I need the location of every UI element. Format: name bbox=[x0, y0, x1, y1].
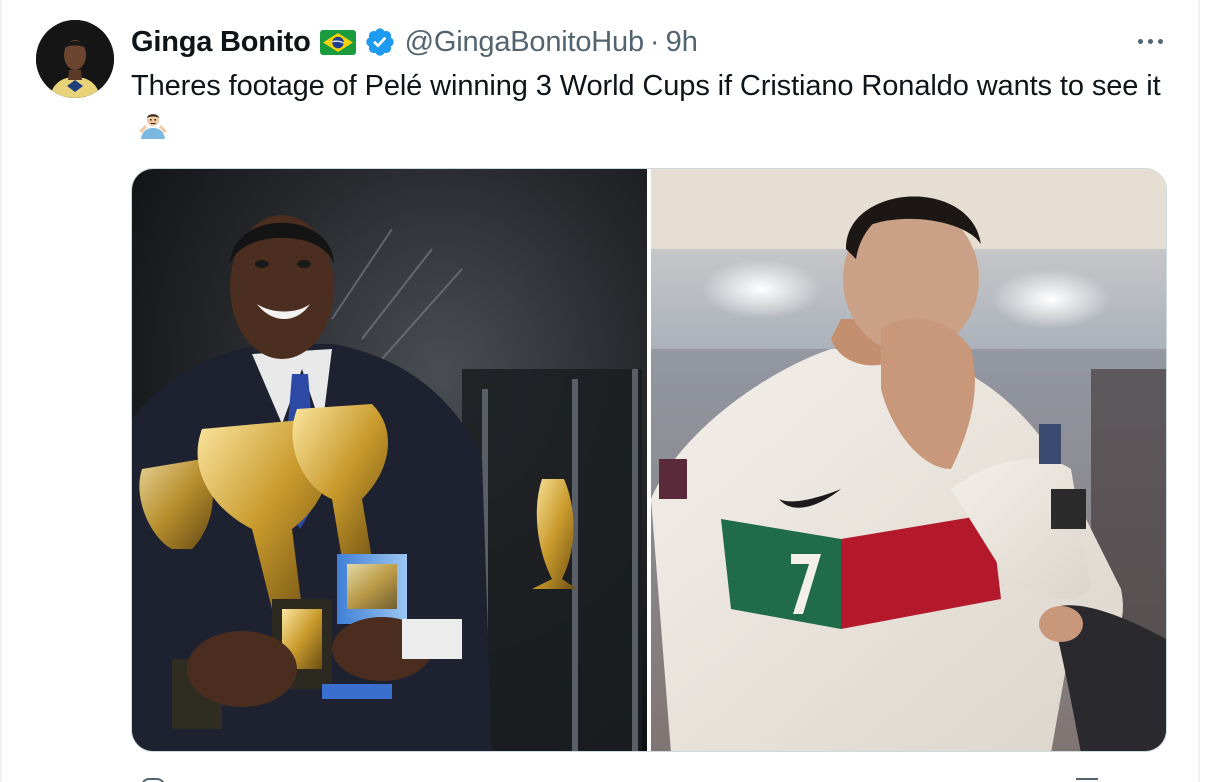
avatar-image bbox=[36, 20, 114, 98]
reply-icon[interactable] bbox=[141, 778, 165, 782]
action-bar-peek bbox=[131, 772, 1171, 782]
tweet-text: Theres footage of Pelé winning 3 World C… bbox=[131, 70, 1161, 102]
timeline-border-left bbox=[0, 0, 2, 782]
pele-trophies-image bbox=[132, 169, 647, 751]
pele-trophies-photo[interactable] bbox=[132, 169, 647, 751]
timeline-border-right bbox=[1198, 0, 1200, 782]
brazil-flag-icon bbox=[319, 29, 356, 55]
verified-badge-icon[interactable] bbox=[364, 26, 396, 58]
more-dot bbox=[1157, 38, 1163, 44]
more-dot bbox=[1137, 38, 1143, 44]
tweet-text-container: Theres footage of Pelé winning 3 World C… bbox=[131, 66, 1171, 146]
man-shrugging-icon bbox=[137, 109, 169, 141]
more-horizontal-icon[interactable] bbox=[1130, 26, 1170, 56]
ronaldo-crying-image bbox=[651, 169, 1166, 751]
media-grid[interactable] bbox=[131, 168, 1167, 752]
avatar[interactable] bbox=[36, 20, 114, 98]
timestamp[interactable]: 9h bbox=[666, 26, 698, 59]
separator-dot: · bbox=[649, 25, 660, 58]
ronaldo-crying-photo[interactable] bbox=[651, 169, 1166, 751]
more-dot bbox=[1147, 38, 1153, 44]
tweet-header: Ginga Bonito @GingaBonitoHub · 9h bbox=[131, 22, 698, 62]
display-name[interactable]: Ginga Bonito bbox=[131, 26, 311, 59]
share-icon[interactable] bbox=[1076, 778, 1098, 782]
handle[interactable]: @GingaBonitoHub bbox=[405, 26, 644, 59]
